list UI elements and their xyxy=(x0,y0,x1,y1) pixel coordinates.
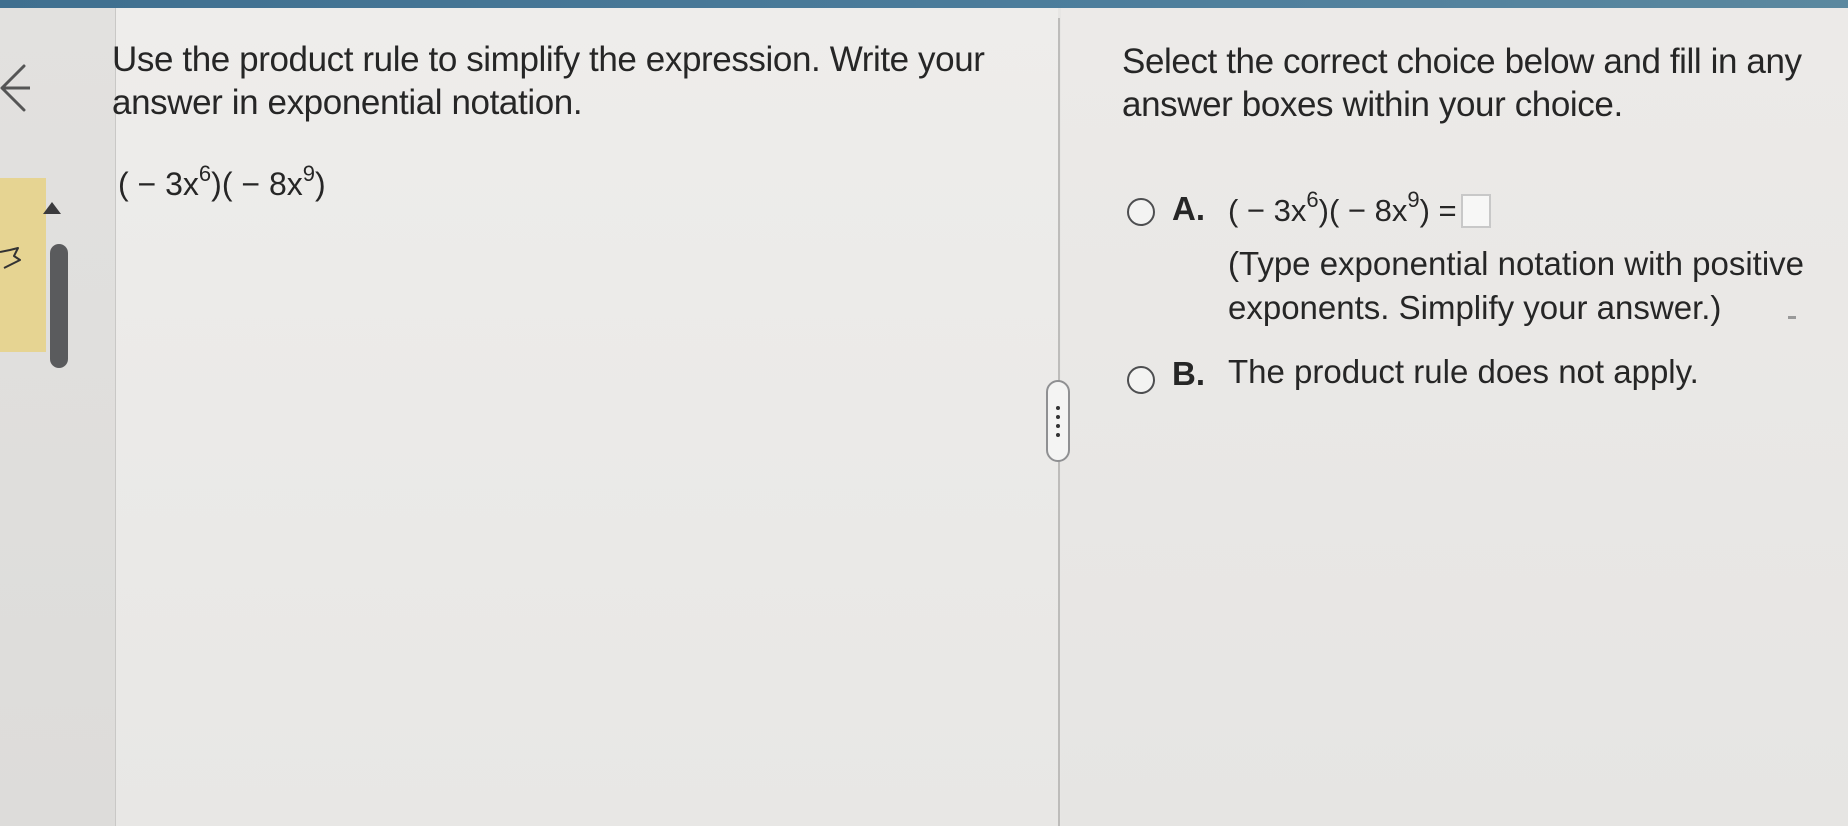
question-expression: ( − 3x6)( − 8x9) xyxy=(118,163,326,203)
navigation-icon[interactable] xyxy=(0,246,24,272)
instruction-text: Select the correct choice below and fill… xyxy=(1122,40,1822,126)
exponent: 9 xyxy=(302,161,315,186)
exponent: 9 xyxy=(1407,187,1420,212)
scrollbar-thumb[interactable] xyxy=(50,244,68,368)
handle-dot xyxy=(1056,432,1060,437)
handle-dot xyxy=(1056,414,1060,419)
choice-b-text: The product rule does not apply. xyxy=(1228,353,1699,390)
choice-a-letter: A. xyxy=(1172,190,1205,227)
choice-a-hint: (Type exponential notation with positive… xyxy=(1228,242,1828,330)
choice-a-radio[interactable] xyxy=(1127,198,1155,226)
choice-b-radio[interactable] xyxy=(1127,366,1155,394)
expr-open: ( − 3x xyxy=(1228,193,1307,228)
question-text: Use the product rule to simplify the exp… xyxy=(112,38,1012,124)
expr-mid: )( − 8x xyxy=(1318,193,1408,228)
question-line-2: answer in exponential notation. xyxy=(112,83,583,122)
more-options-icon[interactable] xyxy=(1046,380,1070,462)
expr-open: ( − 3x xyxy=(118,166,199,202)
instruction-line-1: Select the correct choice below and fill… xyxy=(1122,42,1802,81)
back-arrow-icon[interactable] xyxy=(0,58,32,118)
expr-close: ) xyxy=(315,166,326,202)
instruction-line-2: answer boxes within your choice. xyxy=(1122,85,1623,124)
question-line-1: Use the product rule to simplify the exp… xyxy=(112,40,985,79)
left-gutter xyxy=(0,8,116,826)
pane-edge-mark xyxy=(1788,316,1796,319)
exponent: 6 xyxy=(198,161,212,186)
hint-line-1: (Type exponential notation with positive xyxy=(1228,245,1805,282)
choice-b-letter: B. xyxy=(1172,355,1205,392)
question-pane xyxy=(116,8,1058,826)
scroll-up-icon[interactable] xyxy=(42,201,62,215)
exponent: 6 xyxy=(1306,187,1319,212)
expr-close: ) = xyxy=(1419,193,1457,228)
answer-input-box[interactable] xyxy=(1460,194,1491,228)
handle-dot xyxy=(1056,405,1060,410)
handle-dot xyxy=(1056,423,1060,428)
top-accent-strip xyxy=(0,0,1848,8)
expr-mid: )( − 8x xyxy=(211,166,303,202)
answer-pane xyxy=(1061,8,1848,826)
choice-a-expression: ( − 3x6)( − 8x9) = xyxy=(1228,189,1491,229)
hint-line-2: exponents. Simplify your answer.) xyxy=(1228,289,1722,326)
